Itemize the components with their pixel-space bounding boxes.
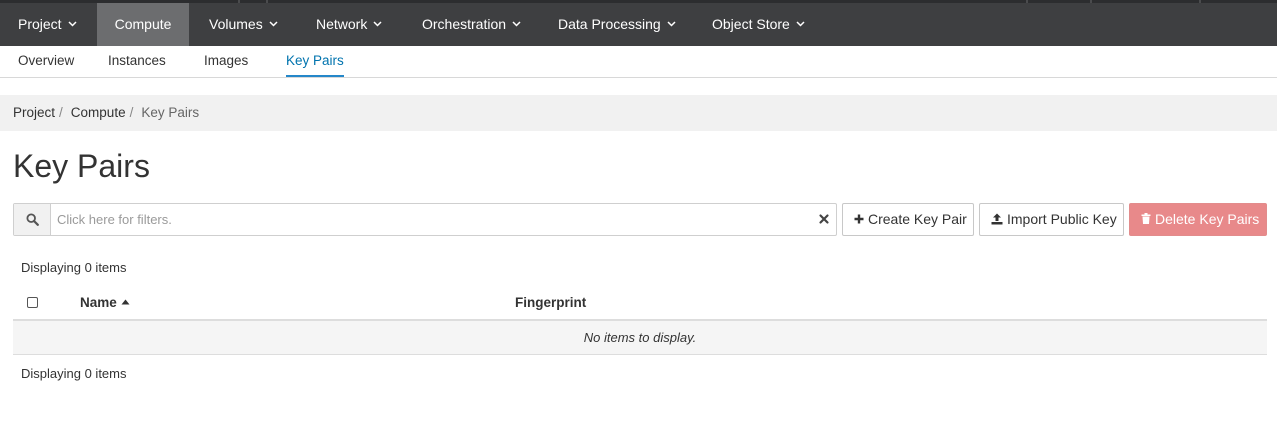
nav-tab-data-processing[interactable]: Data Processing: [558, 3, 676, 46]
delete-key-pairs-label: Delete Key Pairs: [1155, 211, 1260, 227]
breadcrumb: Project / Compute / Key Pairs: [0, 95, 1277, 131]
breadcrumb-separator: /: [129, 105, 134, 120]
chevron-down-icon: [796, 21, 805, 27]
search-icon: [25, 213, 39, 226]
secondary-navigation: Overview Instances Images Key Pairs: [0, 46, 1277, 78]
subnav-item-key-pairs[interactable]: Key Pairs: [286, 46, 344, 77]
create-key-pair-label: Create Key Pair: [868, 211, 967, 227]
import-public-key-label: Import Public Key: [1007, 211, 1117, 227]
breadcrumb-project[interactable]: Project: [13, 105, 55, 120]
nav-tab-compute[interactable]: Compute: [97, 3, 189, 46]
nav-tab-volumes[interactable]: Volumes: [209, 3, 278, 46]
upload-icon: [991, 213, 1003, 225]
page-title: Key Pairs: [13, 148, 150, 184]
nav-tab-network[interactable]: Network: [316, 3, 382, 46]
column-header-fingerprint[interactable]: Fingerprint: [515, 286, 586, 319]
close-icon[interactable]: [818, 213, 830, 225]
trash-icon: [1141, 213, 1151, 225]
breadcrumb-current: Key Pairs: [141, 105, 200, 120]
breadcrumb-compute[interactable]: Compute: [71, 105, 126, 120]
column-header-name-label: Name: [80, 295, 117, 310]
nav-tab-project[interactable]: Project: [0, 3, 95, 46]
subnav-item-instances[interactable]: Instances: [108, 46, 166, 77]
chevron-down-icon: [512, 21, 521, 27]
plus-icon: [854, 214, 864, 224]
caret-up-icon: [121, 299, 130, 305]
column-header-name[interactable]: Name: [80, 286, 130, 319]
chevron-down-icon: [667, 21, 676, 27]
table-header: Name Fingerprint: [13, 286, 1267, 321]
delete-key-pairs-button[interactable]: Delete Key Pairs: [1129, 203, 1267, 236]
subnav-item-images[interactable]: Images: [204, 46, 248, 77]
create-key-pair-button[interactable]: Create Key Pair: [842, 203, 974, 236]
breadcrumb-separator: /: [59, 105, 63, 120]
empty-table-message: No items to display.: [13, 321, 1267, 355]
subnav-item-overview[interactable]: Overview: [18, 46, 74, 77]
nav-tab-object-store[interactable]: Object Store: [712, 3, 805, 46]
top-navigation-bar: Project Compute Volumes Network Orchestr…: [0, 0, 1277, 46]
chevron-down-icon: [269, 21, 278, 27]
chevron-down-icon: [68, 21, 77, 27]
item-count-bottom: Displaying 0 items: [21, 366, 127, 381]
nav-tab-orchestration[interactable]: Orchestration: [422, 3, 521, 46]
import-public-key-button[interactable]: Import Public Key: [979, 203, 1124, 236]
chevron-down-icon: [373, 21, 382, 27]
item-count-top: Displaying 0 items: [21, 260, 127, 275]
filter-input[interactable]: [51, 204, 811, 235]
search-button[interactable]: [14, 204, 51, 235]
filter-bar: [13, 203, 837, 236]
select-all-checkbox[interactable]: [27, 297, 38, 308]
